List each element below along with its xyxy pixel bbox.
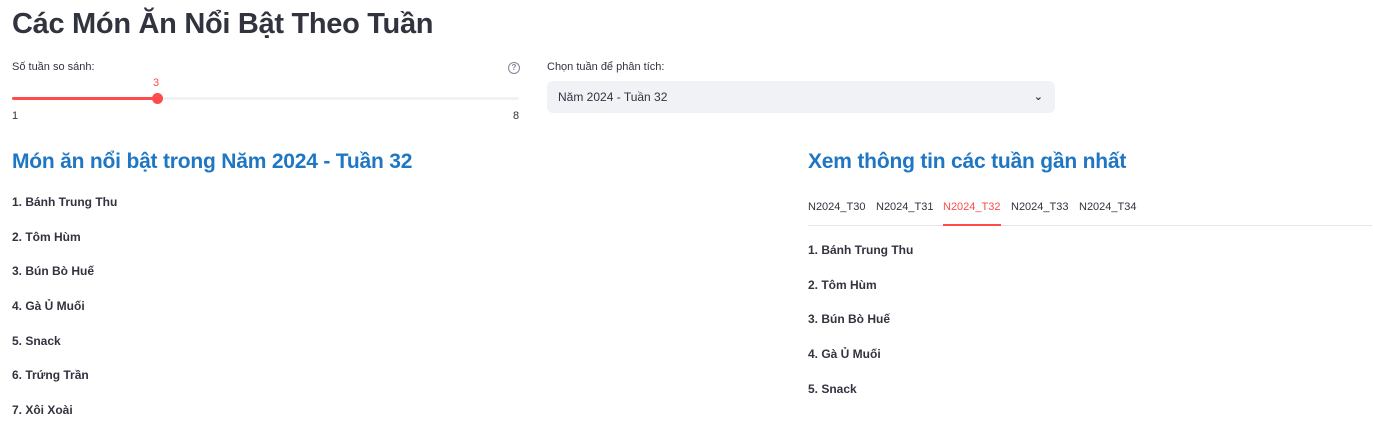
- weeks-slider-label: Số tuần so sánh:: [12, 61, 95, 73]
- list-item: 5. Snack: [12, 333, 61, 348]
- slider-current-value: 3: [153, 77, 160, 89]
- chevron-down-icon: ⌄: [1033, 91, 1043, 103]
- list-item: 7. Xôi Xoài: [12, 403, 73, 418]
- list-item: 2. Tôm Hùm: [12, 229, 81, 244]
- slider-fill: [12, 97, 157, 100]
- featured-dishes-list: 1. Bánh Trung Thu 2. Tôm Hùm 3. Bún Bò H…: [12, 195, 117, 438]
- list-item: 3. Bún Bò Huế: [808, 312, 891, 327]
- week-tab-dishes-list: 1. Bánh Trung Thu 2. Tôm Hùm 3. Bún Bò H…: [808, 243, 913, 416]
- list-item: 5. Snack: [808, 381, 857, 396]
- list-item: 6. Trứng Trần: [12, 368, 89, 383]
- list-item: 4. Gà Ủ Muối: [12, 299, 85, 314]
- featured-dishes-heading: Món ăn nổi bật trong Năm 2024 - Tuần 32: [12, 150, 413, 173]
- weeks-slider-track[interactable]: [12, 93, 519, 104]
- list-item: 1. Bánh Trung Thu: [12, 195, 118, 209]
- week-select[interactable]: Năm 2024 - Tuần 32 ⌄: [547, 81, 1055, 113]
- tab-n2024-t31[interactable]: N2024_T31: [876, 201, 934, 226]
- week-tabs: N2024_T30 N2024_T31 N2024_T32 N2024_T33 …: [808, 196, 1372, 226]
- slider-min-label: 1: [12, 110, 19, 122]
- list-item: 1. Bánh Trung Thu: [808, 243, 914, 257]
- week-select-label: Chọn tuần để phân tích:: [547, 61, 665, 73]
- slider-max-label: 8: [513, 110, 520, 122]
- tab-n2024-t33[interactable]: N2024_T33: [1011, 201, 1069, 226]
- tab-n2024-t32[interactable]: N2024_T32: [943, 201, 1001, 226]
- page-title: Các Món Ăn Nổi Bật Theo Tuần: [12, 8, 434, 40]
- list-item: 3. Bún Bò Huế: [12, 264, 95, 279]
- help-circle-icon[interactable]: ?: [508, 62, 520, 74]
- tab-n2024-t30[interactable]: N2024_T30: [808, 201, 866, 226]
- list-item: 4. Gà Ủ Muối: [808, 347, 881, 362]
- slider-thumb[interactable]: [151, 93, 163, 104]
- recent-weeks-heading: Xem thông tin các tuần gần nhất: [808, 150, 1127, 173]
- week-select-value: Năm 2024 - Tuần 32: [558, 90, 668, 104]
- list-item: 2. Tôm Hùm: [808, 277, 877, 292]
- tab-n2024-t34[interactable]: N2024_T34: [1079, 201, 1137, 226]
